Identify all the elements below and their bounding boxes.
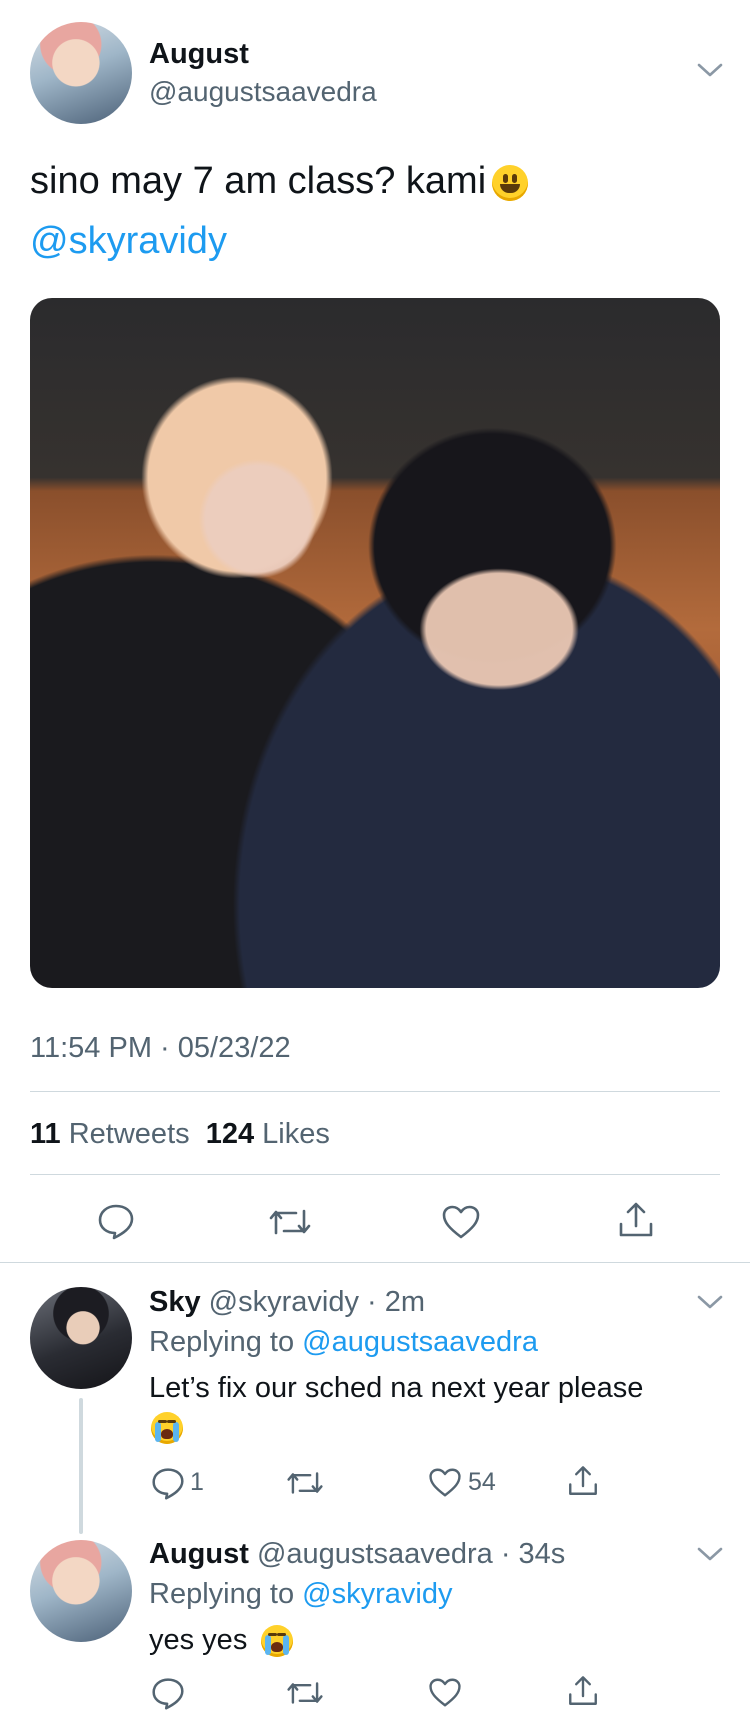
tweet-photo[interactable] [30, 298, 720, 988]
replying-to-link[interactable]: @augustsaavedra [302, 1326, 538, 1358]
reply-count: 1 [190, 1468, 204, 1496]
mention-link[interactable]: @skyravidy [30, 220, 227, 263]
reply-header: Sky @skyravidy · 2m [149, 1286, 425, 1319]
likes-label[interactable]: Likes [262, 1118, 330, 1150]
like-icon[interactable] [428, 1677, 462, 1708]
like-icon[interactable] [441, 1204, 481, 1240]
chevron-down-icon[interactable] [696, 1546, 724, 1562]
reply-icon[interactable] [151, 1466, 185, 1500]
loudly-crying-face-emoji [261, 1625, 294, 1658]
author-avatar[interactable] [30, 22, 132, 124]
reply-text-line: yes yes [149, 1624, 294, 1658]
reply-time[interactable]: · 34s [501, 1538, 565, 1570]
tweet-timestamp[interactable]: 11:54 PM · 05/23/22 [30, 1032, 291, 1065]
like-count: 54 [468, 1468, 496, 1496]
retweet-icon[interactable] [268, 1205, 312, 1239]
likes-count[interactable]: 124 [206, 1118, 254, 1150]
reply-avatar[interactable] [30, 1287, 132, 1389]
reply-text: Let’s fix our sched na next year please [149, 1372, 644, 1404]
replying-to: Replying to @skyravidy [149, 1578, 452, 1611]
chevron-down-icon[interactable] [696, 62, 724, 78]
reply-icon[interactable] [151, 1676, 185, 1710]
thread-line [79, 1398, 83, 1534]
reply-avatar[interactable] [30, 1540, 132, 1642]
retweets-count[interactable]: 11 [30, 1118, 61, 1150]
replying-to-label: Replying to [149, 1326, 295, 1358]
replying-to: Replying to @augustsaavedra [149, 1326, 538, 1359]
reply-icon[interactable] [97, 1202, 135, 1240]
tweet-text: sino may 7 am class? kami [30, 160, 529, 203]
retweets-label[interactable]: Retweets [69, 1118, 190, 1150]
divider [30, 1174, 720, 1175]
replying-to-link[interactable]: @skyravidy [302, 1578, 452, 1610]
author-handle[interactable]: @augustsaavedra [149, 76, 377, 108]
divider [30, 1091, 720, 1092]
author-name[interactable]: August [149, 38, 249, 71]
reply-header: August @augustsaavedra · 34s [149, 1538, 565, 1571]
replying-to-label: Replying to [149, 1578, 295, 1610]
retweet-icon[interactable] [286, 1678, 324, 1708]
reply-time[interactable]: · 2m [367, 1286, 425, 1318]
share-icon[interactable] [616, 1200, 656, 1240]
divider [0, 1262, 750, 1263]
loudly-crying-face-emoji [151, 1412, 183, 1444]
share-icon[interactable] [566, 1464, 600, 1498]
like-icon[interactable] [428, 1467, 462, 1498]
tweet-stats: 11 Retweets 124 Likes [30, 1118, 330, 1151]
reply-text: yes yes [149, 1624, 248, 1656]
reply-author-name[interactable]: Sky [149, 1286, 201, 1318]
chevron-down-icon[interactable] [696, 1294, 724, 1310]
reply-author-handle[interactable]: @augustsaavedra [257, 1538, 493, 1570]
reply-author-handle[interactable]: @skyravidy [209, 1286, 359, 1318]
grinning-face-emoji [492, 164, 529, 201]
share-icon[interactable] [566, 1674, 600, 1708]
reply-author-name[interactable]: August [149, 1538, 249, 1570]
retweet-icon[interactable] [286, 1468, 324, 1498]
tweet-text-content: sino may 7 am class? kami [30, 160, 487, 202]
